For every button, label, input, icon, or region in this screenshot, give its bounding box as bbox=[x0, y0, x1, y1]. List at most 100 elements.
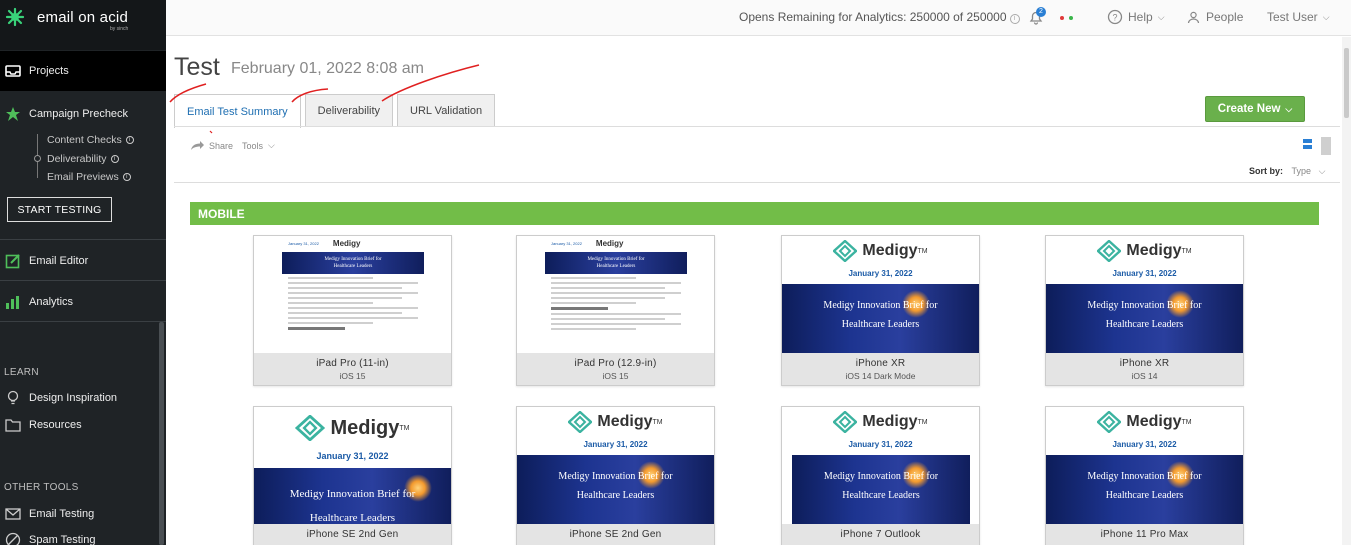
email-banner: Medigy Innovation Brief for Healthcare Le… bbox=[782, 284, 979, 353]
sidebar-subitem-content-checks[interactable]: Content Checks i bbox=[47, 134, 134, 146]
sidebar-item-analytics[interactable]: Analytics bbox=[0, 282, 166, 322]
email-date: January 31, 2022 bbox=[1112, 269, 1177, 278]
email-date: January 31, 2022 bbox=[316, 451, 389, 461]
email-preview-thumbnail[interactable]: January 31, 2022 Medigy Medigy Innovatio… bbox=[254, 236, 451, 353]
sidebar-subitem-label: Deliverability bbox=[47, 153, 107, 165]
tab-deliverability[interactable]: Deliverability bbox=[304, 94, 394, 127]
sidebar-subitem-label: Email Previews bbox=[47, 171, 119, 183]
medigy-logo: Medigy TM bbox=[1097, 411, 1192, 433]
sidebar-item-resources[interactable]: Resources bbox=[0, 405, 166, 445]
banner-line: Medigy Innovation Brief for bbox=[1087, 471, 1202, 482]
notification-badge: 2 bbox=[1036, 7, 1046, 17]
logo-icon bbox=[5, 7, 25, 27]
people-link[interactable]: People bbox=[1187, 10, 1243, 24]
email-preview-thumbnail[interactable]: Medigy TM January 31, 2022 Medigy Innovat… bbox=[782, 236, 979, 353]
brand-name: Medigy bbox=[597, 413, 653, 430]
chevron-down-icon: ⌵ bbox=[1157, 11, 1165, 22]
learn-label: LEARN bbox=[4, 367, 39, 378]
other-tools-label: OTHER TOOLS bbox=[4, 482, 79, 493]
sidebar-subitem-label: Content Checks bbox=[47, 134, 122, 146]
medigy-logo: Medigy bbox=[332, 238, 361, 248]
preview-card[interactable]: Medigy TM January 31, 2022 Medigy Innovat… bbox=[253, 406, 452, 545]
card-caption: iPhone XR iOS 14 bbox=[1046, 353, 1243, 385]
medigy-logo-icon bbox=[1097, 411, 1122, 433]
info-icon[interactable]: i bbox=[110, 155, 119, 163]
email-preview-thumbnail[interactable]: Medigy TM January 31, 2022 Medigy Innovat… bbox=[254, 407, 451, 524]
sidebar-subitem-deliverability[interactable]: Deliverability i bbox=[47, 153, 119, 165]
email-preview-thumbnail[interactable]: Medigy TM January 31, 2022 Medigy Innovat… bbox=[1046, 236, 1243, 353]
view-toggle[interactable] bbox=[1297, 134, 1337, 158]
sidebar-item-spam-testing[interactable]: Spam Testing bbox=[0, 520, 166, 545]
preview-card[interactable]: January 31, 2022 Medigy Medigy Innovatio… bbox=[516, 235, 715, 386]
tab-bar: Email Test Summary Deliverability URL Va… bbox=[174, 94, 499, 128]
email-preview-thumbnail[interactable]: Medigy TM January 31, 2022 Medigy Innovat… bbox=[517, 407, 714, 524]
brand-name: Medigy bbox=[862, 242, 918, 259]
sidebar: email on acid by sinch Projects Campaign… bbox=[0, 0, 166, 545]
chevron-down-icon: ⌵ bbox=[1285, 103, 1293, 114]
info-icon[interactable]: i bbox=[125, 136, 134, 144]
os-name: iOS 15 bbox=[602, 371, 629, 381]
info-icon[interactable]: i bbox=[122, 173, 131, 181]
device-name: iPhone 7 Outlook bbox=[840, 529, 921, 540]
banner-line: Healthcare Leaders bbox=[842, 490, 920, 501]
device-name: iPhone XR bbox=[1119, 358, 1170, 369]
device-name: iPhone SE 2nd Gen bbox=[569, 529, 662, 540]
help-label: Help bbox=[1128, 10, 1153, 24]
preview-card[interactable]: Medigy TM January 31, 2022 Medigy Innovat… bbox=[781, 406, 980, 545]
device-name: iPhone XR bbox=[855, 358, 906, 369]
sidebar-item-projects[interactable]: Projects bbox=[0, 51, 166, 91]
banner-line: Healthcare Leaders bbox=[576, 490, 655, 501]
svg-text:?: ? bbox=[1112, 13, 1117, 23]
preview-card[interactable]: Medigy TM January 31, 2022 Medigy Innovat… bbox=[516, 406, 715, 545]
page-scrollbar-thumb[interactable] bbox=[1344, 48, 1349, 118]
sidebar-scrollbar[interactable] bbox=[159, 322, 164, 545]
sidebar-item-email-editor[interactable]: Email Editor bbox=[0, 241, 166, 281]
preview-card[interactable]: January 31, 2022 Medigy Medigy Innovatio… bbox=[253, 235, 452, 386]
help-menu[interactable]: ? Help ⌵ bbox=[1107, 9, 1165, 25]
sort-by[interactable]: Sort by: Type ⌵ bbox=[1249, 166, 1325, 177]
email-header: Medigy TM bbox=[254, 415, 451, 455]
banner-line: Medigy Innovation Brief for bbox=[1087, 300, 1202, 311]
banner-line: Healthcare Leaders bbox=[1105, 319, 1184, 330]
tab-url-validation[interactable]: URL Validation bbox=[397, 94, 496, 127]
medigy-logo: Medigy TM bbox=[295, 415, 410, 441]
medigy-logo: Medigy TM bbox=[568, 411, 663, 433]
divider bbox=[0, 321, 166, 322]
content-divider bbox=[174, 182, 1340, 183]
start-testing-button[interactable]: START TESTING bbox=[7, 197, 112, 222]
email-date: January 31, 2022 bbox=[848, 440, 913, 449]
email-date: January 31, 2022 bbox=[848, 269, 913, 278]
email-preview-thumbnail[interactable]: January 31, 2022 Medigy Medigy Innovatio… bbox=[517, 236, 714, 353]
card-caption: iPad Pro (12.9-in) iOS 15 bbox=[517, 353, 714, 385]
folder-icon bbox=[4, 416, 22, 434]
sidebar-item-campaign-precheck[interactable]: Campaign Precheck bbox=[0, 95, 166, 133]
os-name: iOS 15 bbox=[339, 371, 366, 381]
share-button[interactable]: Share bbox=[190, 140, 233, 151]
preview-card[interactable]: Medigy TM January 31, 2022 Medigy Innovat… bbox=[1045, 406, 1244, 545]
block-icon bbox=[4, 531, 22, 545]
tab-underline bbox=[174, 126, 1340, 127]
sidebar-item-label: Email Testing bbox=[29, 508, 95, 520]
tools-dropdown[interactable]: Tools ⌵ bbox=[242, 140, 275, 151]
info-icon[interactable]: i bbox=[1009, 14, 1020, 24]
email-preview-thumbnail[interactable]: Medigy TM January 31, 2022 Medigy Innovat… bbox=[1046, 407, 1243, 524]
sidebar-subitem-email-previews[interactable]: Email Previews i bbox=[47, 171, 131, 183]
tab-email-test-summary[interactable]: Email Test Summary bbox=[174, 94, 301, 128]
banner-line: Healthcare Leaders bbox=[333, 264, 373, 269]
logo[interactable]: email on acid by sinch bbox=[0, 0, 166, 50]
card-caption: iPhone 11 Pro Max bbox=[1046, 524, 1243, 545]
logo-text: email on acid bbox=[37, 9, 128, 26]
email-preview-thumbnail[interactable]: Medigy TM January 31, 2022 Medigy Innovat… bbox=[782, 407, 979, 524]
preview-card[interactable]: Medigy TM January 31, 2022 Medigy Innovat… bbox=[781, 235, 980, 386]
section-header-mobile: MOBILE bbox=[190, 202, 1319, 225]
logo-subtext: by sinch bbox=[110, 26, 129, 32]
card-caption: iPhone SE 2nd Gen bbox=[254, 524, 451, 545]
preview-card[interactable]: Medigy TM January 31, 2022 Medigy Innovat… bbox=[1045, 235, 1244, 386]
banner-line: Medigy Innovation Brief for bbox=[587, 257, 645, 262]
edit-icon bbox=[4, 252, 22, 270]
create-new-button[interactable]: Create New ⌵ bbox=[1205, 96, 1305, 122]
email-banner: Medigy Innovation Brief for Healthcare Le… bbox=[1046, 455, 1243, 524]
user-menu[interactable]: Test User ⌵ bbox=[1267, 10, 1330, 24]
page-date: February 01, 2022 8:08 am bbox=[231, 60, 425, 77]
brand-name: Medigy bbox=[330, 416, 400, 439]
